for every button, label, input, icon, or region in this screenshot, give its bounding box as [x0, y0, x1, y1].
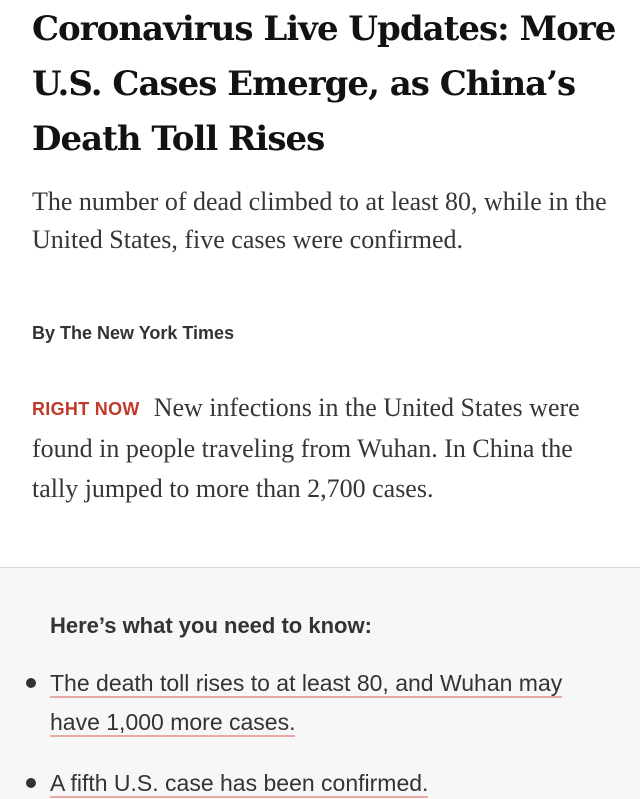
need-to-know-list: The death toll rises to at least 80, and…: [0, 664, 640, 799]
list-item: A fifth U.S. case has been confirmed.: [0, 764, 610, 799]
right-now-block: RIGHT NOW New infections in the United St…: [32, 388, 592, 509]
article-byline: By The New York Times: [32, 323, 235, 343]
right-now-label: RIGHT NOW: [32, 399, 140, 419]
need-to-know-link-fifth-case[interactable]: A fifth U.S. case has been confirmed.: [50, 770, 429, 798]
need-to-know-title: Here’s what you need to know:: [50, 613, 372, 638]
article-headline: Coronavirus Live Updates: More U.S. Case…: [32, 9, 616, 159]
article-summary: The number of dead climbed to at least 8…: [32, 187, 607, 254]
article-page: Coronavirus Live Updates: More U.S. Case…: [0, 0, 640, 799]
list-item: The death toll rises to at least 80, and…: [0, 664, 610, 742]
bullet-icon: [26, 778, 36, 788]
need-to-know-box: Here’s what you need to know: The death …: [0, 567, 640, 799]
need-to-know-link-death-toll[interactable]: The death toll rises to at least 80, and…: [50, 670, 563, 737]
bullet-icon: [26, 678, 36, 688]
